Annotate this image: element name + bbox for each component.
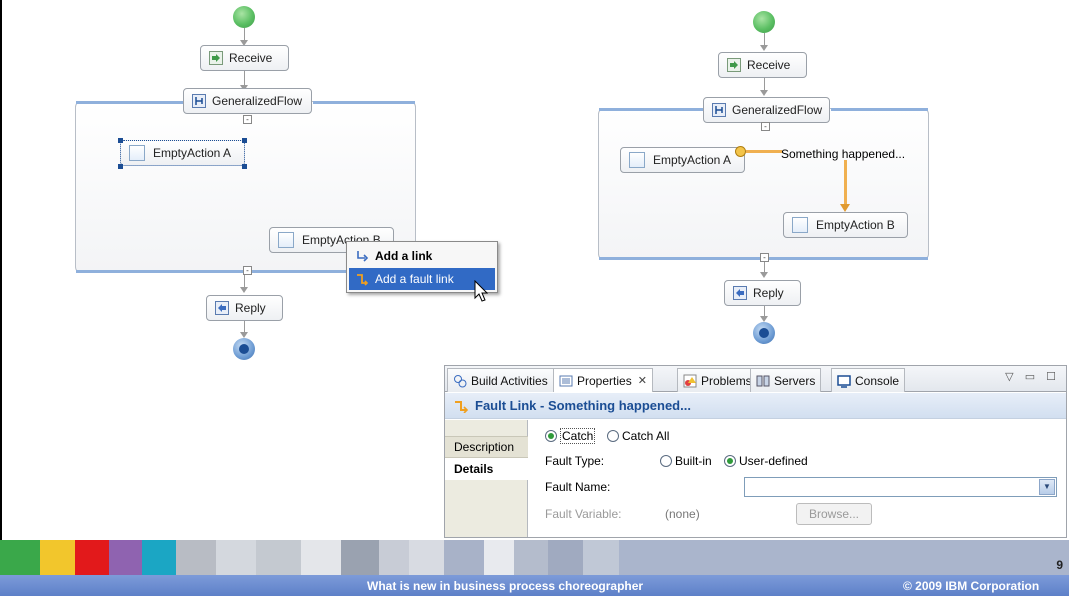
receive-label: Receive: [229, 51, 273, 65]
tab-console[interactable]: Console: [831, 368, 906, 392]
reply-node[interactable]: Reply: [724, 280, 801, 306]
footer-copyright: © 2009 IBM Corporation: [903, 579, 1040, 593]
radio-selected-icon: [545, 430, 557, 442]
fault-link-line[interactable]: [746, 150, 782, 153]
close-icon[interactable]: ✕: [638, 374, 647, 387]
receive-icon: [209, 51, 223, 65]
empty-action-icon: [278, 232, 294, 248]
flow-icon: [712, 103, 726, 117]
properties-icon: [559, 375, 573, 386]
flow-icon: [192, 94, 206, 108]
receive-node[interactable]: Receive: [200, 45, 289, 71]
fault-variable-label: Fault Variable:: [545, 507, 622, 521]
properties-title: Fault Link - Something happened...: [445, 393, 1066, 419]
browse-button[interactable]: Browse...: [796, 503, 872, 525]
side-tab-description[interactable]: Description: [445, 436, 528, 458]
user-defined-radio[interactable]: User-defined: [724, 454, 808, 468]
build-activities-icon: [454, 374, 467, 387]
fault-link-label[interactable]: Something happened...: [781, 147, 905, 161]
collapse-toggle[interactable]: -: [243, 115, 252, 124]
problems-icon: [683, 374, 697, 387]
end-node[interactable]: [233, 338, 255, 360]
action-b-label: EmptyAction B: [816, 218, 895, 232]
end-node[interactable]: [753, 322, 775, 344]
footer-decoration: [0, 540, 1069, 575]
fault-link-line-down: [844, 160, 847, 206]
reply-label: Reply: [235, 301, 266, 315]
tab-properties[interactable]: Properties ✕: [553, 368, 653, 392]
link-icon: [357, 251, 369, 262]
receive-node[interactable]: Receive: [718, 52, 807, 78]
fault-link-icon: [455, 400, 469, 413]
empty-action-b-node[interactable]: EmptyAction B: [783, 212, 908, 238]
reply-icon: [733, 286, 747, 300]
flow-label: GeneralizedFlow: [732, 103, 823, 117]
built-in-radio[interactable]: Built-in: [660, 454, 712, 468]
generalized-flow-node[interactable]: GeneralizedFlow: [183, 88, 312, 114]
console-icon: [837, 374, 851, 388]
collapse-toggle[interactable]: -: [761, 122, 770, 131]
start-node[interactable]: [233, 6, 255, 28]
reply-icon: [215, 301, 229, 315]
tab-problems[interactable]: Problems: [677, 368, 758, 392]
properties-side-tabs: Description Details: [445, 420, 529, 537]
catch-radio[interactable]: Catch: [545, 428, 596, 444]
flow-label: GeneralizedFlow: [212, 94, 303, 108]
properties-view: Build Activities Properties ✕ Problems S…: [444, 365, 1067, 538]
empty-action-icon: [792, 217, 808, 233]
empty-action-icon: [629, 152, 645, 168]
receive-icon: [727, 58, 741, 72]
side-tab-details[interactable]: Details: [445, 458, 529, 480]
reply-node[interactable]: Reply: [206, 295, 283, 321]
fault-link-source-icon: [735, 146, 746, 157]
empty-action-icon: [129, 145, 145, 161]
receive-label: Receive: [747, 58, 791, 72]
fault-name-label: Fault Name:: [545, 480, 611, 494]
start-node[interactable]: [753, 11, 775, 33]
empty-action-a-node[interactable]: EmptyAction A: [120, 140, 245, 166]
generalized-flow-node[interactable]: GeneralizedFlow: [703, 97, 830, 123]
fault-name-combo[interactable]: ▼: [744, 477, 1057, 497]
action-a-label: EmptyAction A: [653, 153, 732, 167]
action-a-label: EmptyAction A: [153, 146, 232, 160]
details-content: Catch Catch All Fault Type: Built-in Use…: [529, 420, 1066, 537]
tab-build-activities[interactable]: Build Activities: [447, 368, 554, 392]
servers-icon: [756, 375, 770, 386]
collapse-toggle[interactable]: -: [760, 253, 769, 262]
reply-label: Reply: [753, 286, 784, 300]
catch-all-radio[interactable]: Catch All: [607, 429, 669, 443]
radio-selected-icon: [724, 455, 736, 467]
page-number: 9: [1056, 558, 1063, 572]
radio-icon: [660, 455, 672, 467]
chevron-down-icon[interactable]: ▼: [1039, 479, 1055, 495]
fault-type-label: Fault Type:: [545, 454, 605, 468]
radio-icon: [607, 430, 619, 442]
slide-left-border: [0, 0, 2, 540]
tab-servers[interactable]: Servers: [750, 368, 822, 392]
mouse-cursor-icon: [474, 280, 488, 302]
empty-action-a-node[interactable]: EmptyAction A: [620, 147, 745, 173]
view-window-controls[interactable]: ▽ ▭ ☐: [1005, 370, 1060, 383]
view-tab-bar: Build Activities Properties ✕ Problems S…: [445, 366, 1066, 392]
fault-variable-value: (none): [665, 507, 700, 521]
fault-link-icon: [357, 274, 369, 286]
footer-title: What is new in business process choreogr…: [367, 579, 644, 593]
collapse-toggle[interactable]: -: [243, 266, 252, 275]
menu-item-add-link[interactable]: Add a link: [349, 245, 495, 267]
